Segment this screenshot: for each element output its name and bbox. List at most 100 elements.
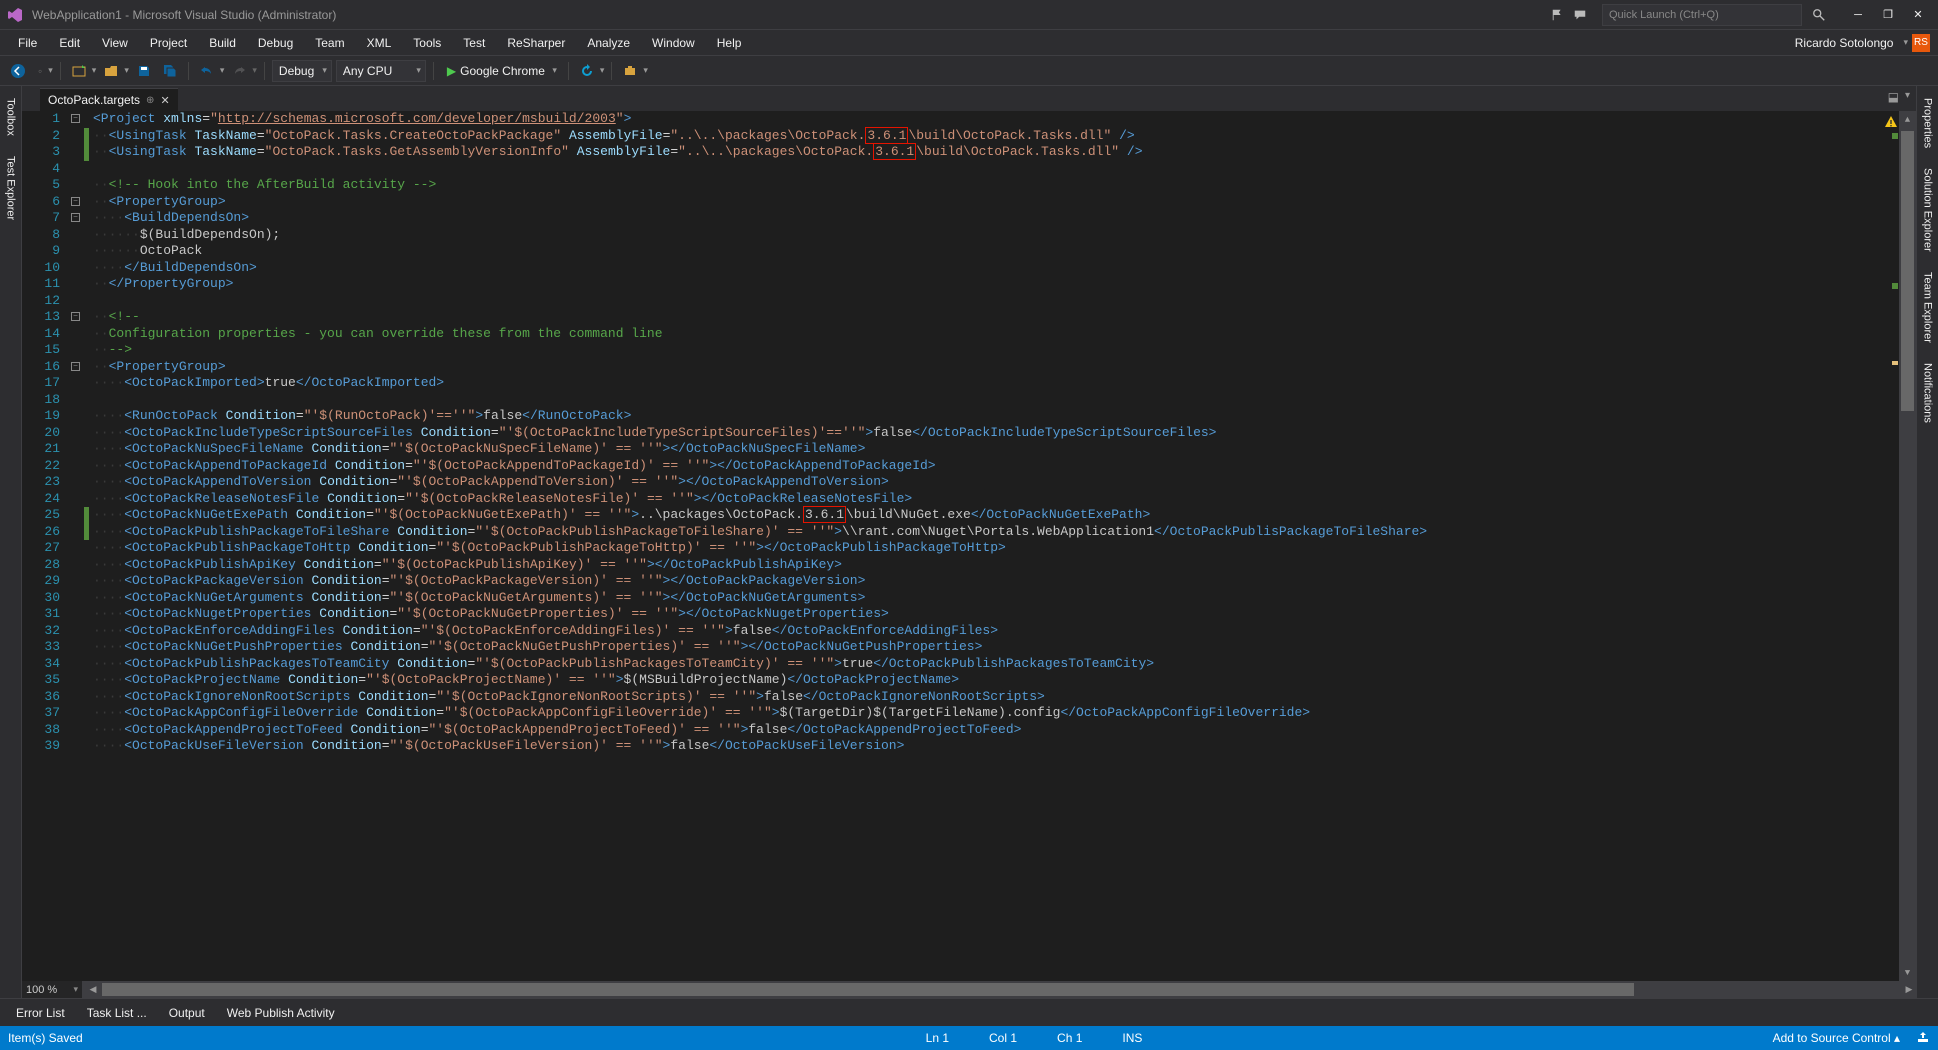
code-content[interactable]: <Project xmlns="http://schemas.microsoft… [89,111,1916,981]
code-line[interactable]: ··--> [93,342,1916,359]
menu-resharper[interactable]: ReSharper [497,33,575,53]
code-line[interactable]: ····<OctoPackAppendToPackageId Condition… [93,458,1916,475]
close-button[interactable]: ✕ [1904,5,1932,25]
code-line[interactable]: ····<OctoPackAppendToVersion Condition="… [93,474,1916,491]
menu-view[interactable]: View [92,33,138,53]
sidebar-tab-properties[interactable]: Properties [1920,88,1936,158]
code-line[interactable]: ····<OctoPackNuGetExePath Condition="'$(… [93,507,1916,524]
code-line[interactable]: ··<PropertyGroup> [93,194,1916,211]
code-line[interactable]: ····<OctoPackNugetProperties Condition="… [93,606,1916,623]
sidebar-tab-test-explorer[interactable]: Test Explorer [3,146,19,230]
code-line[interactable]: ····<OctoPackPublishApiKey Condition="'$… [93,557,1916,574]
code-line[interactable]: ····</BuildDependsOn> [93,260,1916,277]
code-line[interactable]: ····<OctoPackAppendProjectToFeed Conditi… [93,722,1916,739]
menu-window[interactable]: Window [642,33,705,53]
bottom-tab-task-list-[interactable]: Task List ... [77,1002,157,1024]
extension-button[interactable] [619,60,641,82]
bottom-tab-web-publish-activity[interactable]: Web Publish Activity [217,1002,345,1024]
save-button[interactable] [133,60,155,82]
code-line[interactable]: ····<OctoPackReleaseNotesFile Condition=… [93,491,1916,508]
vertical-scrollbar[interactable]: ▲ ▼ [1899,111,1916,981]
menu-build[interactable]: Build [199,33,246,53]
code-line[interactable]: ····<BuildDependsOn> [93,210,1916,227]
code-line[interactable] [93,161,1916,178]
code-line[interactable]: ····<OctoPackPackageVersion Condition="'… [93,573,1916,590]
code-line[interactable]: <Project xmlns="http://schemas.microsoft… [93,111,1916,128]
overview-ruler[interactable] [1891,111,1899,981]
code-line[interactable]: ····<RunOctoPack Condition="'$(RunOctoPa… [93,408,1916,425]
code-line[interactable]: ··</PropertyGroup> [93,276,1916,293]
browser-link-refresh-button[interactable] [576,60,598,82]
menu-team[interactable]: Team [305,33,354,53]
menu-tools[interactable]: Tools [403,33,451,53]
code-line[interactable] [93,293,1916,310]
code-line[interactable]: ····<OctoPackNuGetArguments Condition="'… [93,590,1916,607]
user-avatar-badge[interactable]: RS [1912,34,1930,52]
horizontal-scrollbar[interactable] [100,981,1902,998]
code-line[interactable]: ····<OctoPackEnforceAddingFiles Conditio… [93,623,1916,640]
code-line[interactable]: ····<OctoPackAppConfigFileOverride Condi… [93,705,1916,722]
fold-toggle[interactable]: − [71,213,80,222]
bottom-tab-error-list[interactable]: Error List [6,1002,75,1024]
fold-gutter[interactable]: −−−−− [70,111,84,755]
nav-back-button[interactable] [6,60,30,82]
fold-toggle[interactable]: − [71,197,80,206]
pin-icon[interactable]: ⊕ [146,95,154,106]
bottom-tab-output[interactable]: Output [159,1002,215,1024]
restore-button[interactable]: ❐ [1874,5,1902,25]
chevron-down-icon[interactable]: ▾ [1903,37,1908,48]
code-line[interactable]: ····<OctoPackIgnoreNonRootScripts Condit… [93,689,1916,706]
source-control-button[interactable]: Add to Source Control ▴ [1773,1031,1900,1045]
open-file-button[interactable] [100,60,122,82]
scroll-right-arrow[interactable]: ▶ [1902,984,1916,995]
code-editor[interactable]: 1234567891011121314151617181920212223242… [22,111,1916,981]
code-line[interactable]: ····<OctoPackPublishPackagesToTeamCity C… [93,656,1916,673]
config-dropdown[interactable]: Debug [272,60,332,82]
search-icon[interactable] [1812,8,1826,22]
code-line[interactable]: ··<UsingTask TaskName="OctoPack.Tasks.Cr… [93,128,1916,145]
code-line[interactable]: ····<OctoPackUseFileVersion Condition="'… [93,738,1916,755]
menu-help[interactable]: Help [707,33,752,53]
code-line[interactable]: ··<UsingTask TaskName="OctoPack.Tasks.Ge… [93,144,1916,161]
code-line[interactable]: ··Configuration properties - you can ove… [93,326,1916,343]
menu-file[interactable]: File [8,33,47,53]
scroll-up-arrow[interactable]: ▲ [1899,111,1916,128]
sidebar-tab-toolbox[interactable]: Toolbox [3,88,19,146]
code-line[interactable]: ··<!-- Hook into the AfterBuild activity… [93,177,1916,194]
new-project-button[interactable] [68,60,90,82]
chevron-down-icon[interactable]: ▾ [1905,90,1910,104]
code-line[interactable] [93,392,1916,409]
split-icon[interactable]: ⬓ [1888,90,1899,104]
code-line[interactable]: ······$(BuildDependsOn); [93,227,1916,244]
menu-xml[interactable]: XML [357,33,402,53]
quick-launch-input[interactable]: Quick Launch (Ctrl+Q) [1602,4,1802,26]
sidebar-tab-solution-explorer[interactable]: Solution Explorer [1920,158,1936,262]
fold-toggle[interactable]: − [71,312,80,321]
undo-button[interactable] [196,60,218,82]
scroll-thumb[interactable] [1901,131,1914,411]
menu-debug[interactable]: Debug [248,33,303,53]
menu-analyze[interactable]: Analyze [577,33,640,53]
start-debug-button[interactable]: ▶ Google Chrome ▾ [441,60,561,82]
code-line[interactable]: ··<!-- [93,309,1916,326]
code-line[interactable]: ····<OctoPackNuGetPushProperties Conditi… [93,639,1916,656]
scroll-left-arrow[interactable]: ◀ [86,984,100,995]
code-line[interactable]: ····<OctoPackImported>true</OctoPackImpo… [93,375,1916,392]
save-all-button[interactable] [159,60,181,82]
code-line[interactable]: ··<PropertyGroup> [93,359,1916,376]
code-line[interactable]: ····<OctoPackNuSpecFileName Condition="'… [93,441,1916,458]
code-line[interactable]: ····<OctoPackProjectName Condition="'$(O… [93,672,1916,689]
notification-flag-icon[interactable] [1550,7,1566,23]
publish-icon[interactable] [1916,1030,1930,1047]
zoom-dropdown[interactable]: 100 %▾ [22,981,82,998]
fold-toggle[interactable]: − [71,114,80,123]
close-icon[interactable]: ✕ [160,94,169,107]
user-name[interactable]: Ricardo Sotolongo [1789,36,1900,50]
sidebar-tab-notifications[interactable]: Notifications [1920,353,1936,433]
platform-dropdown[interactable]: Any CPU [336,60,426,82]
menu-edit[interactable]: Edit [49,33,90,53]
code-line[interactable]: ····<OctoPackPublishPackageToHttp Condit… [93,540,1916,557]
feedback-icon[interactable] [1572,7,1588,23]
code-line[interactable]: ····<OctoPackIncludeTypeScriptSourceFile… [93,425,1916,442]
sidebar-tab-team-explorer[interactable]: Team Explorer [1920,262,1936,353]
